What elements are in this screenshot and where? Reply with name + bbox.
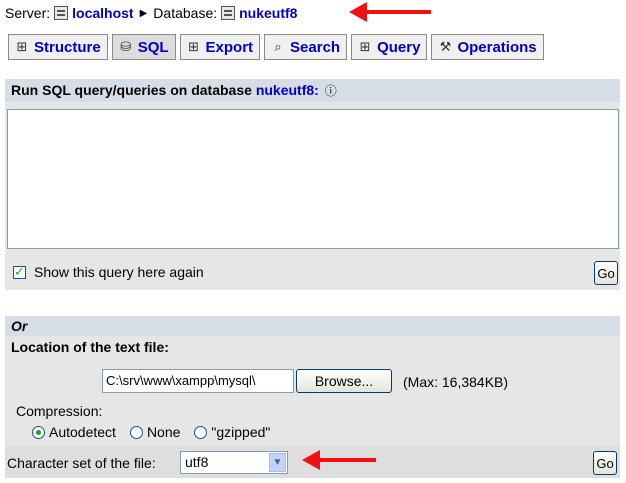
tab-query[interactable]: ⊞ Query <box>351 34 428 60</box>
export-icon: ⊞ <box>188 39 199 54</box>
tab-operations[interactable]: ⚒ Operations <box>431 34 544 60</box>
charset-label: Character set of the file: <box>7 455 156 471</box>
show-query-again-checkbox[interactable] <box>13 264 26 280</box>
compression-label: Compression: <box>16 403 103 419</box>
tab-export[interactable]: ⊞ Export <box>179 34 261 60</box>
tab-label: Operations <box>457 38 537 56</box>
compression-gzipped-radio[interactable] <box>194 425 208 439</box>
import-go-button[interactable]: Go <box>593 451 617 475</box>
tab-label: Structure <box>34 38 101 56</box>
tab-bar: ⊞ Structure ⛁ SQL ⊞ Export ⌕ Search ⊞ Qu… <box>8 34 544 60</box>
browse-button[interactable]: Browse... <box>296 369 392 393</box>
tab-label: SQL <box>137 38 169 56</box>
tab-label: Search <box>290 38 341 56</box>
show-query-again-label: Show this query here again <box>34 264 204 280</box>
annotation-arrow-bottom <box>302 450 376 470</box>
sql-query-textarea[interactable] <box>7 109 619 249</box>
tab-search[interactable]: ⌕ Search <box>264 34 348 60</box>
search-icon: ⌕ <box>274 39 282 54</box>
compression-option-label: Autodetect <box>49 424 116 440</box>
file-path-input[interactable]: C:\srv\www\xampp\mysql\ <box>102 369 294 393</box>
breadcrumb-separator: ▶ <box>139 7 148 19</box>
operations-icon: ⚒ <box>439 39 452 54</box>
chevron-down-icon[interactable]: ▼ <box>269 453 286 472</box>
compression-options: Autodetect None "gzipped" <box>32 424 270 440</box>
server-link[interactable]: localhost <box>72 5 133 21</box>
tab-label: Query <box>377 38 421 56</box>
show-query-again-row: Show this query here again <box>13 264 204 280</box>
database-link[interactable]: nukeutf8 <box>239 5 297 21</box>
location-label: Location of the text file: <box>11 339 169 355</box>
max-size-label: (Max: 16,384KB) <box>403 374 509 390</box>
query-icon: ⊞ <box>359 39 371 54</box>
compression-none-radio[interactable] <box>129 425 143 439</box>
charset-value: utf8 <box>185 454 209 470</box>
charset-select[interactable]: utf8 ▼ <box>180 451 288 474</box>
sql-panel-db-link[interactable]: nukeutf8: <box>256 82 319 98</box>
sql-icon: ⛁ <box>120 39 132 54</box>
compression-autodetect-radio[interactable] <box>32 425 45 439</box>
or-heading: Or <box>5 316 620 336</box>
tab-structure[interactable]: ⊞ Structure <box>8 34 108 60</box>
sql-go-button[interactable]: Go <box>594 261 618 285</box>
compression-option-label: "gzipped" <box>211 424 271 440</box>
structure-icon: ⊞ <box>16 39 28 54</box>
annotation-arrow-top <box>349 2 431 22</box>
server-label: Server: <box>5 5 51 21</box>
breadcrumb: Server: localhost ▶ Database: nukeutf8 <box>5 3 297 23</box>
database-icon <box>221 6 236 20</box>
tab-sql[interactable]: ⛁ SQL <box>111 34 176 60</box>
help-icon[interactable]: ⓘ <box>325 84 337 98</box>
sql-panel-title: Run SQL query/queries on database nukeut… <box>5 79 620 102</box>
tab-label: Export <box>205 38 254 56</box>
server-icon <box>54 6 69 20</box>
compression-option-label: None <box>146 424 181 440</box>
database-label: Database: <box>153 5 218 21</box>
